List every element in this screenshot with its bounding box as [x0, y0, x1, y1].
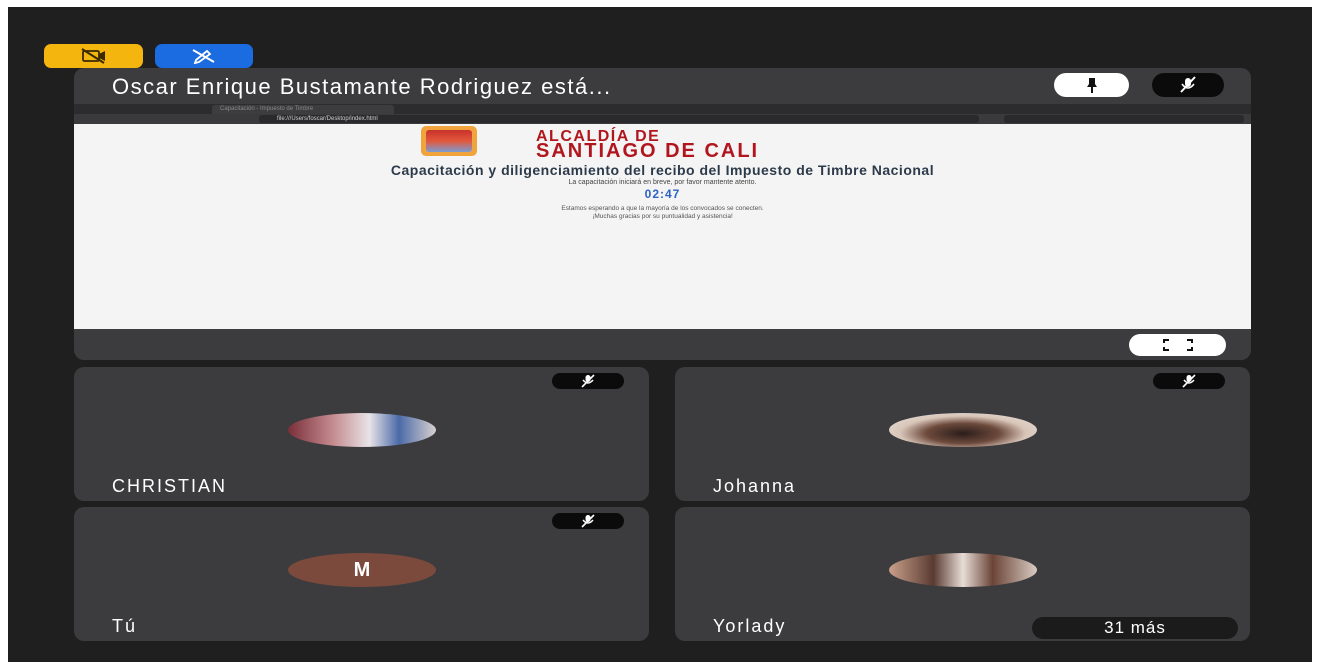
mic-off-icon	[1180, 76, 1196, 93]
training-subtitle: La capacitación iniciará en breve, por f…	[568, 179, 757, 186]
participant-name: Tú	[112, 616, 138, 636]
mute-indicator	[552, 513, 624, 529]
url-text: file:///Users/foscar/Desktop/index.html	[259, 115, 979, 123]
participant-tile-christian[interactable]: CHRISTIAN	[74, 367, 649, 501]
waiting-message: Estamos esperando a que la mayoría de lo…	[561, 205, 764, 212]
participant-tile-self[interactable]: M Tú	[74, 507, 649, 641]
avatar	[288, 413, 436, 447]
org-line-2: SANTIAGO DE CALI	[536, 140, 760, 162]
participant-tile-johanna[interactable]: Johanna	[675, 367, 1250, 501]
shared-screen: Capacitación - Impuesto de Timbre file:/…	[74, 104, 1251, 329]
participant-tile-yorlady[interactable]: Yorlady 31 más	[675, 507, 1250, 641]
browser-tab-bar: Capacitación - Impuesto de Timbre	[74, 104, 1251, 114]
fullscreen-icon	[1162, 339, 1193, 351]
participant-name: Yorlady	[713, 616, 787, 636]
mute-indicator	[1153, 373, 1225, 389]
pin-icon	[1086, 78, 1097, 93]
city-logo	[421, 126, 477, 156]
edit-off-badge[interactable]	[155, 44, 253, 68]
countdown-timer: 02:47	[644, 187, 681, 201]
mic-off-icon	[581, 514, 595, 528]
presenter-tile[interactable]: Oscar Enrique Bustamante Rodriguez está.…	[74, 68, 1251, 360]
browser-address-bar: file:///Users/foscar/Desktop/index.html	[74, 114, 1251, 124]
meeting-window: Oscar Enrique Bustamante Rodriguez está.…	[8, 7, 1312, 662]
participant-name: CHRISTIAN	[112, 476, 228, 496]
participant-name: Johanna	[713, 476, 797, 496]
mic-off-icon	[581, 374, 595, 388]
training-title: Capacitación y diligenciamiento del reci…	[390, 162, 935, 178]
thanks-message: ¡Muchas gracias por su puntualidad y asi…	[592, 213, 733, 220]
avatar: M	[288, 553, 436, 587]
presenter-name: Oscar Enrique Bustamante Rodriguez está.…	[112, 74, 612, 99]
pin-button[interactable]	[1054, 73, 1129, 97]
presenter-mute-indicator	[1152, 73, 1224, 97]
fullscreen-button[interactable]	[1129, 334, 1226, 356]
camera-off-badge[interactable]	[44, 44, 143, 68]
browser-tab: Capacitación - Impuesto de Timbre	[212, 105, 394, 114]
avatar	[889, 553, 1037, 587]
more-participants-button[interactable]: 31 más	[1032, 617, 1238, 639]
mute-indicator	[552, 373, 624, 389]
avatar	[889, 413, 1037, 447]
camera-off-icon	[80, 48, 105, 64]
browser-toolbar-right	[1004, 115, 1244, 123]
city-logo-emblem	[426, 130, 472, 152]
mic-off-icon	[1182, 374, 1196, 388]
edit-off-icon	[192, 49, 215, 64]
